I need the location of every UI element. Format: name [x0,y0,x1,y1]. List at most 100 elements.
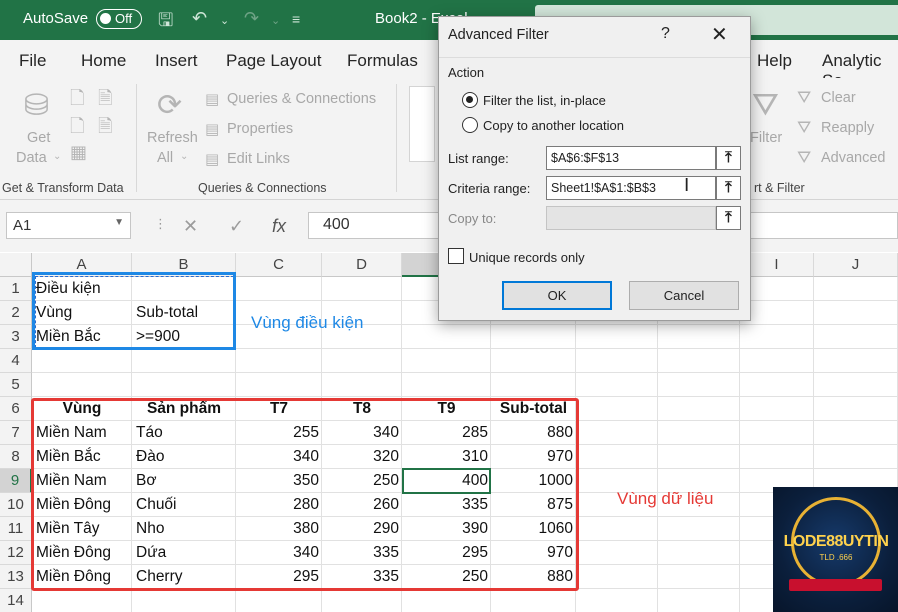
refresh-label-2[interactable]: All [157,150,173,166]
cancel-icon[interactable]: ✕ [183,216,198,237]
row-header-9[interactable]: 9 [0,469,32,493]
criteria-range-label: Criteria range: [448,181,531,196]
edit-links-button[interactable]: Edit Links [227,151,290,167]
autosave-toggle[interactable]: Off [96,9,142,29]
tab-page-layout[interactable]: Page Layout [226,51,321,71]
reapply-icon: ⛛ [797,118,812,137]
database-icon: ⛁ [24,89,50,122]
copy-to-collapse-icon[interactable]: ⤒ [716,206,741,230]
copy-to-input[interactable] [546,206,716,230]
autosave-label: AutoSave [23,10,89,27]
customize-qat-icon[interactable]: ≡ [292,11,300,27]
redo-dropdown-icon[interactable]: ⌄ [271,14,280,27]
radio-filter-in-place-label[interactable]: Filter the list, in-place [483,93,606,108]
row-header-12[interactable]: 12 [0,541,32,565]
list-range-collapse-icon[interactable]: ⤒ [716,146,741,170]
data-area-outline [31,398,579,591]
filter-button[interactable]: Filter [750,130,782,146]
select-all-corner[interactable] [0,253,32,277]
ribbon-separator [396,84,397,192]
row-header-14[interactable]: 14 [0,589,32,612]
name-box-value: A1 [13,217,32,234]
column-header-c[interactable]: C [236,253,322,277]
row-header-7[interactable]: 7 [0,421,32,445]
cancel-button[interactable]: Cancel [629,281,739,310]
criteria-range-collapse-icon[interactable]: ⤒ [716,176,741,200]
ibeam-cursor-icon: Ⅰ [684,175,690,195]
queries-icon: ▤ [205,91,220,108]
insert-function-icon[interactable]: fx [272,216,286,237]
unique-records-checkbox[interactable] [448,248,464,264]
advanced-button[interactable]: Advanced [821,150,886,166]
get-data-label-1[interactable]: Get [27,130,50,146]
get-data-label-2[interactable]: Data [16,150,47,166]
unique-records-label[interactable]: Unique records only [469,250,585,265]
tab-help[interactable]: Help [757,51,792,71]
group-queries-connections: Queries & Connections [198,181,327,195]
text-csv-icon[interactable]: 🗋 [70,86,84,116]
copy-to-label: Copy to: [448,211,497,226]
toggle-knob [100,13,111,24]
row-header-8[interactable]: 8 [0,445,32,469]
reapply-button[interactable]: Reapply [821,120,874,136]
action-label: Action [448,65,485,80]
edit-links-icon: ▤ [205,151,220,168]
dots-icon: ⋮ [154,216,167,231]
list-range-value: $A$6:$F$13 [551,151,620,165]
undo-icon[interactable]: ↶ [192,8,207,29]
radio-copy-to[interactable] [462,117,478,133]
chevron-down-icon[interactable]: ▼ [114,217,124,228]
criteria-range-value: Sheet1!$A$1:$B$3 [551,181,656,195]
row-header-11[interactable]: 11 [0,517,32,541]
dialog-divider [439,57,750,58]
tab-home[interactable]: Home [81,51,126,71]
existing-connections-icon[interactable]: 🗎 [98,114,112,144]
save-icon[interactable]: 🖫 [158,8,173,38]
watermark-logo: LODE88UYTIN TLD .666 [773,487,898,612]
row-header-2[interactable]: 2 [0,301,32,325]
queries-connections-button[interactable]: Queries & Connections [227,91,376,107]
radio-filter-in-place[interactable] [462,92,478,108]
group-get-transform: Get & Transform Data [2,181,124,195]
row-header-3[interactable]: 3 [0,325,32,349]
help-icon[interactable]: ? [661,25,670,43]
list-range-input[interactable]: $A$6:$F$13 [546,146,716,170]
advanced-filter-dialog: Advanced Filter ? ✕ Action Filter the li… [438,16,751,321]
close-icon[interactable]: ✕ [711,22,728,47]
logo-wordmark: LODE88UYTIN [783,533,889,550]
criteria-area-outline [32,272,236,350]
ok-button[interactable]: OK [502,281,612,310]
row-header-10[interactable]: 10 [0,493,32,517]
column-header-i[interactable]: I [740,253,814,277]
row-header-13[interactable]: 13 [0,565,32,589]
row-header-5[interactable]: 5 [0,373,32,397]
properties-icon: ▤ [205,121,220,138]
name-box[interactable]: A1 ▼ [6,212,131,239]
row-header-6[interactable]: 6 [0,397,32,421]
tab-file[interactable]: File [19,51,46,71]
chevron-down-icon: ⌄ [180,151,189,162]
ribbon-separator [136,84,137,192]
logo-ribbon [789,579,882,591]
radio-copy-to-label[interactable]: Copy to another location [483,118,624,133]
criteria-area-annotation: Vùng điều kiện [251,313,364,332]
tab-insert[interactable]: Insert [155,51,198,71]
refresh-label-1[interactable]: Refresh [147,130,198,146]
properties-button[interactable]: Properties [227,121,293,137]
logo-sub: TLD .666 [819,553,853,562]
from-table-icon[interactable]: ▦ [70,142,87,163]
column-header-j[interactable]: J [814,253,898,277]
clear-button[interactable]: Clear [821,90,856,106]
tab-formulas[interactable]: Formulas [347,51,418,71]
clear-filter-icon: ⛛ [797,88,812,107]
criteria-range-input[interactable]: Sheet1!$A$1:$B$3 [546,176,716,200]
redo-icon[interactable]: ↷ [244,8,259,29]
from-web-icon[interactable]: 🗋 [70,114,84,144]
gridline-horizontal [32,372,898,373]
recent-sources-icon[interactable]: 🗎 [98,86,112,116]
row-header-4[interactable]: 4 [0,349,32,373]
undo-dropdown-icon[interactable]: ⌄ [220,14,229,27]
column-header-d[interactable]: D [322,253,402,277]
row-header-1[interactable]: 1 [0,277,32,301]
enter-icon[interactable]: ✓ [229,216,244,237]
